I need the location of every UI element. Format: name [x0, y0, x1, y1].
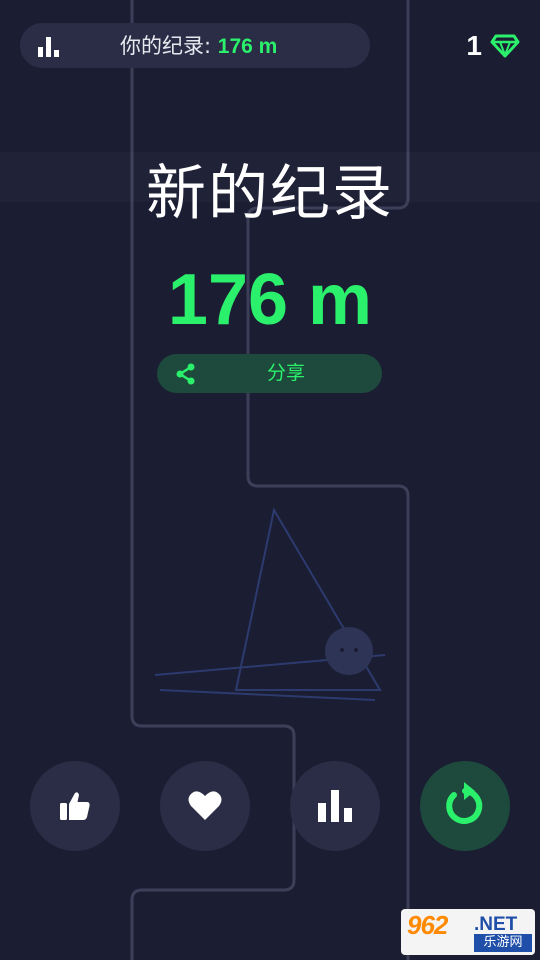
record-value: 176 m — [217, 35, 278, 58]
thumbs-up-icon — [60, 792, 90, 820]
share-button[interactable]: 分享 — [157, 354, 382, 393]
watermark-sub: 乐游网 — [474, 934, 532, 952]
record-bar[interactable]: 你的纪录: 176 m — [20, 23, 370, 68]
heart-icon — [188, 791, 222, 820]
gem-count: 1 — [466, 30, 482, 61]
record-text: 你的纪录: 176 m — [120, 32, 277, 60]
record-label: 你的纪录: — [120, 34, 218, 58]
like-button[interactable] — [30, 761, 120, 851]
share-label: 分享 — [266, 362, 305, 384]
watermark-main: 962 — [407, 910, 448, 940]
favorite-button[interactable] — [160, 761, 250, 851]
leaderboard-button[interactable] — [290, 761, 380, 851]
watermark-net: .NET — [474, 914, 518, 935]
penguin-icon — [325, 627, 373, 675]
site-watermark-logo: 962 .NET 乐游网 — [401, 909, 535, 955]
restart-icon — [446, 782, 483, 824]
restart-button[interactable] — [420, 761, 510, 851]
leaderboard-icon — [38, 37, 59, 57]
new-record-title: 新的纪录 — [146, 159, 394, 229]
gem-icon — [490, 34, 520, 58]
gem-counter: 1 — [466, 27, 520, 65]
score-value: 176 m — [167, 260, 373, 340]
game-over-screen: 你的纪录: 176 m 1 新的纪录 176 m 分享 962 .NET 乐游网 — [0, 0, 540, 960]
bar-chart-icon — [318, 790, 352, 822]
